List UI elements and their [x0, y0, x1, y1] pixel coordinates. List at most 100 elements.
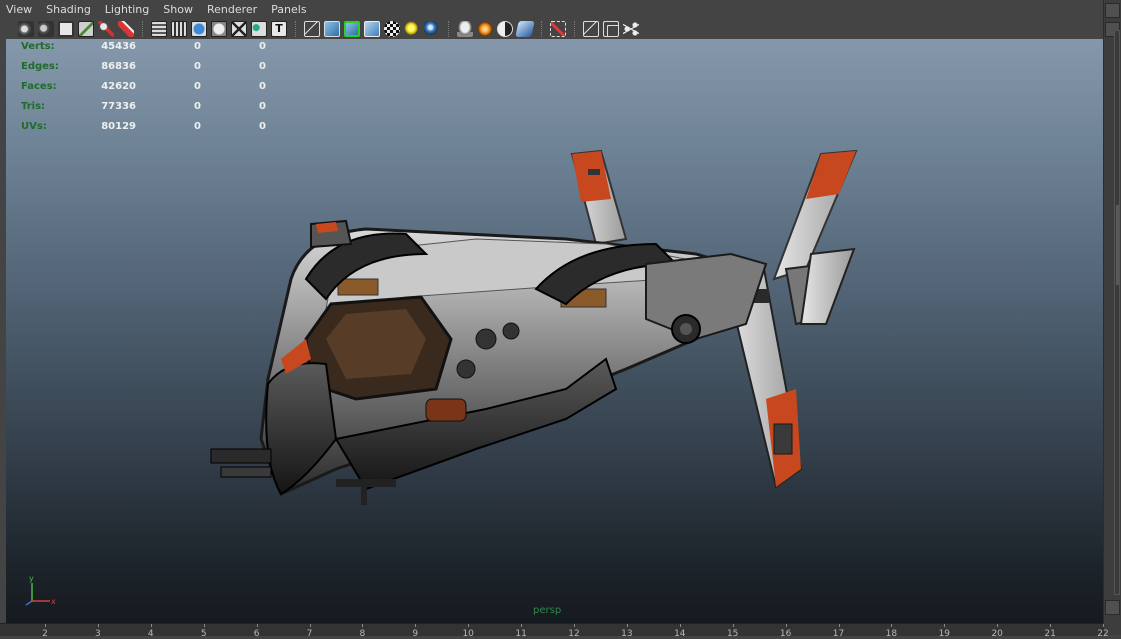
axis-x-label: x — [51, 597, 56, 606]
menu-view[interactable]: View — [6, 3, 32, 16]
hud-value: 0 — [259, 121, 266, 132]
grease-pencil-icon[interactable] — [118, 20, 134, 37]
use-default-material-icon[interactable] — [344, 20, 360, 37]
vertical-scrollbar[interactable] — [1114, 30, 1120, 595]
hud-value: 0 — [194, 101, 201, 112]
panel-toolbar: T — [0, 18, 1103, 39]
scrollbar-thumb[interactable] — [1116, 205, 1119, 285]
hud-label: Edges: — [21, 61, 59, 72]
timeline-tick-mark — [891, 624, 893, 627]
hud-label: UVs: — [21, 121, 47, 132]
textured-icon[interactable] — [404, 20, 420, 37]
perspective-viewport[interactable]: Verts: 45436 0 0 Edges: 86836 0 0 Faces:… — [6, 39, 1103, 623]
timeline-tick-mark — [1050, 624, 1052, 627]
film-gate-icon[interactable] — [171, 20, 187, 37]
timeline-frame-label: 22 — [1097, 629, 1109, 639]
all-lights-icon[interactable] — [424, 20, 440, 37]
timeline-tick-mark — [679, 624, 681, 627]
axis-gizmo: y x — [25, 574, 56, 606]
menu-shading[interactable]: Shading — [46, 3, 91, 16]
camera-attributes-icon[interactable] — [18, 20, 34, 37]
panel-button[interactable] — [1105, 600, 1120, 615]
motion-blur-icon[interactable] — [497, 20, 513, 37]
right-side-panel — [1103, 0, 1121, 635]
safe-action-icon[interactable] — [251, 20, 267, 37]
timeline-tick-mark — [838, 624, 840, 627]
timeline-frame-label: 2 — [42, 629, 48, 639]
panel-button[interactable] — [1105, 3, 1120, 18]
hud-label: Faces: — [21, 81, 57, 92]
isolate-select-icon[interactable] — [550, 20, 566, 37]
time-slider[interactable]: 2 3 4 5 6 7 8 9 10 11 12 13 14 15 16 17 18 19 20 21 22 — [0, 623, 1109, 639]
hud-label: Verts: — [21, 41, 55, 52]
safe-title-icon[interactable]: T — [271, 20, 287, 37]
hud-value: 80129 — [101, 121, 136, 132]
timeline-frame-label: 10 — [462, 629, 474, 639]
timeline-frame-label: 18 — [885, 629, 898, 639]
xray-active-components-icon[interactable] — [603, 20, 619, 37]
bookmark-icon[interactable] — [58, 20, 74, 37]
camera-name-label: persp — [533, 605, 562, 616]
timeline-tick-mark — [626, 624, 628, 627]
timeline-frame-label: 7 — [306, 629, 313, 639]
grid-icon[interactable] — [151, 20, 167, 37]
hud-value: 45436 — [101, 41, 136, 52]
toolbar-separator — [295, 20, 298, 37]
menu-show[interactable]: Show — [163, 3, 193, 16]
upper-right-fin — [772, 149, 858, 326]
menu-renderer[interactable]: Renderer — [207, 3, 257, 16]
field-chart-icon[interactable] — [231, 20, 247, 37]
hud-value: 0 — [259, 41, 266, 52]
timeline-tick-mark — [785, 624, 787, 627]
hud-value: 0 — [259, 81, 266, 92]
screen-space-ao-icon[interactable] — [477, 20, 493, 37]
spaceship-model[interactable] — [6, 39, 1103, 623]
image-plane-icon[interactable] — [78, 20, 94, 37]
xray-joints-icon[interactable] — [583, 20, 599, 37]
hud-value: 77336 — [101, 101, 136, 112]
share-icon[interactable] — [623, 20, 639, 37]
shadows-icon[interactable] — [457, 20, 473, 37]
resolution-gate-icon[interactable] — [191, 20, 207, 37]
timeline-frame-label: 4 — [147, 629, 154, 639]
hud-value: 0 — [194, 81, 201, 92]
hud-value: 0 — [259, 61, 266, 72]
timeline-tick-mark — [1103, 624, 1104, 627]
hud-value: 42620 — [101, 81, 136, 92]
hud-value: 86836 — [101, 61, 136, 72]
hud-value: 0 — [259, 101, 266, 112]
wireframe-on-shaded-icon[interactable] — [364, 20, 380, 37]
axis-y-label: y — [29, 574, 34, 583]
timeline-frame-label: 16 — [779, 629, 792, 639]
timeline-tick-mark — [256, 624, 258, 627]
hud-value: 0 — [194, 41, 201, 52]
xray-icon[interactable] — [384, 20, 400, 37]
timeline-frame-label: 17 — [832, 629, 845, 639]
anti-aliasing-icon[interactable] — [515, 20, 535, 37]
timeline-tick-mark — [997, 624, 999, 627]
timeline-frame-label: 15 — [726, 629, 739, 639]
wireframe-icon[interactable] — [304, 20, 320, 37]
timeline-frame-label: 6 — [253, 629, 260, 639]
toolbar-separator — [448, 20, 451, 37]
timeline-frame-label: 11 — [515, 629, 527, 639]
toolbar-separator — [541, 20, 544, 37]
timeline-tick-mark — [944, 624, 946, 627]
timeline-frame-label: 19 — [938, 629, 951, 639]
camera-lock-icon[interactable] — [38, 20, 54, 37]
timeline-tick-mark — [574, 624, 575, 627]
menu-panels[interactable]: Panels — [271, 3, 306, 16]
hud-label: Tris: — [21, 101, 46, 112]
2d-pan-zoom-icon[interactable] — [98, 20, 114, 37]
toolbar-separator — [142, 20, 145, 37]
timeline-tick-mark — [362, 624, 364, 627]
timeline-tick-mark — [521, 624, 523, 627]
timeline-frame-label: 13 — [621, 629, 633, 639]
menu-lighting[interactable]: Lighting — [105, 3, 149, 16]
gate-mask-icon[interactable] — [211, 20, 227, 37]
smooth-shade-icon[interactable] — [324, 20, 340, 37]
timeline-tick-mark — [415, 624, 417, 627]
timeline-frame-label: 20 — [991, 629, 1003, 639]
timeline-tick-mark — [150, 624, 152, 627]
timeline-tick-mark — [97, 624, 99, 627]
